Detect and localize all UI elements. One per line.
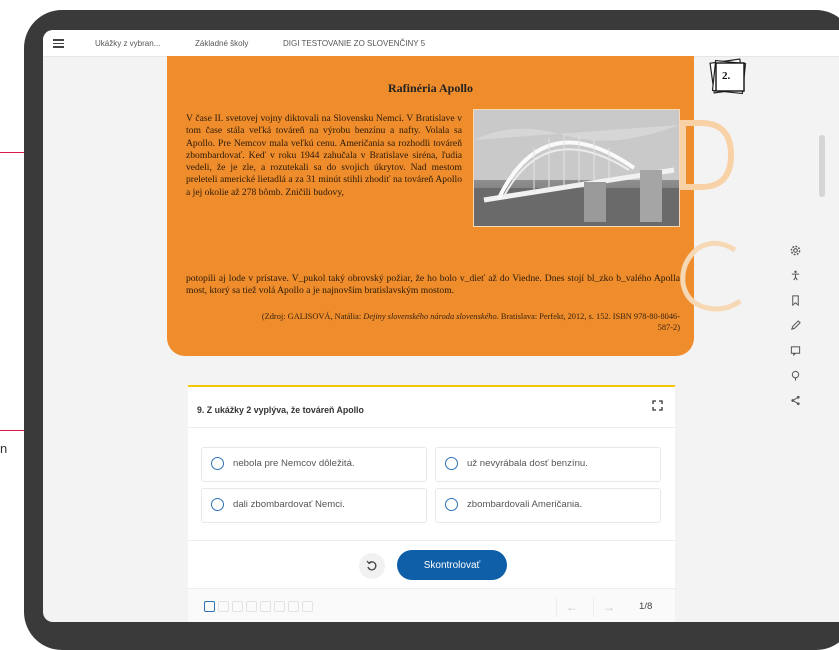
article-title: Rafinéria Apollo xyxy=(387,81,473,95)
progress-box[interactable] xyxy=(232,601,243,612)
answer-option-c[interactable]: dali zbombardovať Nemci. xyxy=(201,488,427,523)
bridge-photo xyxy=(473,109,680,227)
answer-option-c-label: dali zbombardovať Nemci. xyxy=(233,499,345,510)
ukazka-badge: 2. xyxy=(704,56,752,96)
article-card: Rafinéria Apollo V čase II. svetovej voj… xyxy=(167,56,694,356)
action-divider xyxy=(188,540,675,541)
annotation-label-fragment: n xyxy=(0,441,8,456)
next-arrow-icon[interactable]: → xyxy=(593,597,624,617)
prev-arrow-icon[interactable]: ← xyxy=(556,597,587,617)
top-bar: Ukážky z vybran... Základné školy DIGI T… xyxy=(43,30,839,57)
deco-letter-d xyxy=(680,120,735,190)
expand-icon[interactable] xyxy=(652,400,663,411)
radio-circle-icon[interactable] xyxy=(445,498,458,511)
answer-option-b[interactable]: už nevyrábala dosť benzínu. xyxy=(435,447,661,482)
side-toolbar xyxy=(784,242,806,417)
answer-option-a-label: nebola pre Nemcov dôležitá. xyxy=(233,458,355,469)
question-divider xyxy=(188,427,675,428)
bookmark-icon[interactable] xyxy=(787,292,803,308)
progress-box[interactable] xyxy=(218,601,229,612)
progress-box[interactable] xyxy=(260,601,271,612)
question-counter: 1/8 xyxy=(639,601,653,612)
progress-box[interactable] xyxy=(288,601,299,612)
app-screen: Ukážky z vybran... Základné školy DIGI T… xyxy=(43,30,839,622)
progress-box[interactable] xyxy=(274,601,285,612)
article-paragraph-wrapped: V čase II. svetovej vojny diktovali na S… xyxy=(186,113,462,198)
reset-button[interactable] xyxy=(359,553,385,579)
pencil-icon[interactable] xyxy=(787,317,803,333)
pin-icon[interactable] xyxy=(787,367,803,383)
answer-option-d-label: zbombardovali Američania. xyxy=(467,499,583,510)
breadcrumb-item-2[interactable]: DIGI TESTOVANIE ZO SLOVENČINY 5 xyxy=(283,39,425,48)
radio-circle-icon[interactable] xyxy=(211,498,224,511)
radio-circle-icon[interactable] xyxy=(445,457,458,470)
answer-option-a[interactable]: nebola pre Nemcov dôležitá. xyxy=(201,447,427,482)
progress-box[interactable] xyxy=(204,601,215,612)
share-icon[interactable] xyxy=(787,392,803,408)
menu-icon[interactable] xyxy=(53,39,64,50)
article-paragraph-full: potopili aj lode v prístave. V_pukol tak… xyxy=(186,273,680,297)
question-footer: ← → 1/8 xyxy=(188,588,675,622)
breadcrumb-item-1[interactable]: Základné školy xyxy=(195,39,248,48)
answer-option-b-label: už nevyrábala dosť benzínu. xyxy=(467,458,588,469)
note-icon[interactable] xyxy=(787,342,803,358)
answer-option-d[interactable]: zbombardovali Američania. xyxy=(435,488,661,523)
source-suffix: . Bratislava: Perfekt, 2012, s. 152. ISB… xyxy=(496,312,680,332)
badge-number: 2. xyxy=(722,70,731,82)
question-title: 9. Z ukážky 2 vyplýva, že továreň Apollo xyxy=(197,405,364,415)
deco-letter-c xyxy=(680,240,742,312)
radio-circle-icon[interactable] xyxy=(211,457,224,470)
source-prefix: (Zdroj: GALISOVÁ, Natália: xyxy=(261,312,362,321)
question-card: 9. Z ukážky 2 vyplýva, že továreň Apollo… xyxy=(188,385,675,622)
undo-icon xyxy=(366,560,377,571)
gear-icon[interactable] xyxy=(787,242,803,258)
progress-box[interactable] xyxy=(302,601,313,612)
article-source: (Zdroj: GALISOVÁ, Natália: Dejiny sloven… xyxy=(250,311,680,333)
breadcrumb-item-0[interactable]: Ukážky z vybran... xyxy=(95,39,160,48)
scrollbar-thumb[interactable] xyxy=(819,135,825,197)
accessibility-icon[interactable] xyxy=(787,267,803,283)
progress-box[interactable] xyxy=(246,601,257,612)
check-answer-button[interactable]: Skontrolovať xyxy=(397,550,507,580)
source-title: Dejiny slovenského národa slovenského xyxy=(363,312,497,321)
